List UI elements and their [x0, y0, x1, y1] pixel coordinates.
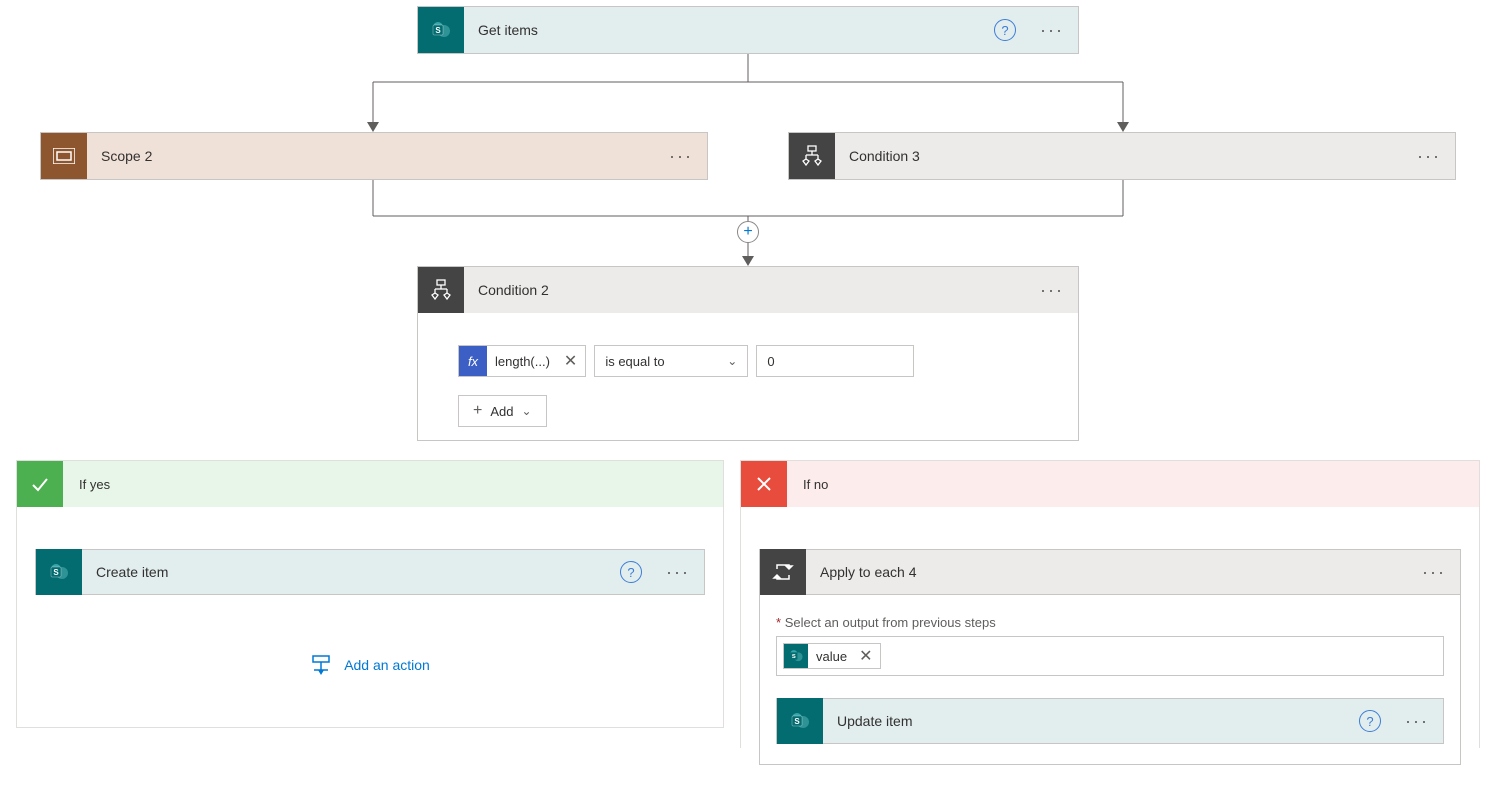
token-text: value — [808, 649, 851, 664]
sharepoint-icon: S — [784, 644, 808, 668]
add-label: Add — [490, 404, 513, 419]
condition-value-input[interactable]: 0 — [756, 345, 914, 377]
help-icon[interactable]: ? — [620, 561, 642, 583]
svg-text:S: S — [435, 26, 441, 35]
add-action-label: Add an action — [344, 657, 430, 673]
add-step-button[interactable]: + — [737, 221, 759, 243]
chevron-down-icon: ⌄ — [521, 404, 531, 418]
update-item-card[interactable]: S Update item ? ··· — [776, 698, 1444, 744]
value-text: 0 — [767, 354, 774, 369]
scope-2-title: Scope 2 — [87, 133, 655, 179]
apply-to-each-body: * Select an output from previous steps S… — [759, 595, 1461, 765]
condition-3-card[interactable]: Condition 3 ··· — [788, 132, 1456, 180]
remove-token-icon[interactable]: ✕ — [851, 646, 880, 666]
svg-text:S: S — [792, 654, 796, 660]
condition-2-body: fx length(...) ✕ is equal to ⌄ 0 + Add ⌄ — [417, 313, 1079, 441]
condition-icon — [418, 267, 464, 313]
scope-icon — [41, 133, 87, 179]
loop-icon — [760, 549, 806, 595]
value-token[interactable]: S value ✕ — [783, 643, 881, 669]
get-items-title: Get items — [464, 7, 994, 53]
apply-to-each-card[interactable]: Apply to each 4 ··· — [759, 549, 1461, 595]
if-no-label: If no — [787, 461, 1479, 507]
add-action-button[interactable]: Add an action — [35, 655, 705, 675]
card-menu-icon[interactable]: ··· — [1408, 562, 1460, 583]
if-yes-branch: If yes S Create item ? ··· Add an action — [16, 460, 724, 728]
if-yes-header: If yes — [17, 461, 723, 507]
required-star: * — [776, 615, 781, 630]
select-output-label: Select an output from previous steps — [785, 615, 996, 630]
remove-token-icon[interactable]: ✕ — [556, 351, 585, 371]
scope-2-card[interactable]: Scope 2 ··· — [40, 132, 708, 180]
condition-2-card[interactable]: Condition 2 ··· — [417, 266, 1079, 314]
get-items-card[interactable]: S Get items ? ··· — [417, 6, 1079, 54]
operator-text: is equal to — [605, 354, 664, 369]
sharepoint-icon: S — [36, 549, 82, 595]
if-yes-label: If yes — [63, 461, 723, 507]
chevron-down-icon: ⌄ — [727, 354, 737, 368]
condition-operator-select[interactable]: is equal to ⌄ — [594, 345, 748, 377]
add-condition-button[interactable]: + Add ⌄ — [458, 395, 547, 427]
if-no-branch: If no Apply to each 4 ··· * Select an ou… — [740, 460, 1480, 748]
card-menu-icon[interactable]: ··· — [655, 146, 707, 167]
sharepoint-icon: S — [418, 7, 464, 53]
card-menu-icon[interactable]: ··· — [1391, 711, 1443, 732]
create-item-card[interactable]: S Create item ? ··· — [35, 549, 705, 595]
card-menu-icon[interactable]: ··· — [1026, 280, 1078, 301]
apply-to-each-title: Apply to each 4 — [806, 550, 1408, 594]
expression-text: length(...) — [487, 354, 556, 369]
if-no-header: If no — [741, 461, 1479, 507]
add-action-icon — [310, 655, 332, 675]
create-item-title: Create item — [82, 550, 620, 594]
condition-3-title: Condition 3 — [835, 133, 1403, 179]
help-icon[interactable]: ? — [1359, 710, 1381, 732]
svg-text:S: S — [794, 717, 800, 726]
help-icon[interactable]: ? — [994, 19, 1016, 41]
update-item-title: Update item — [823, 699, 1359, 743]
check-icon — [17, 461, 63, 507]
card-menu-icon[interactable]: ··· — [1026, 20, 1078, 41]
condition-2-title: Condition 2 — [464, 267, 1026, 313]
plus-icon: + — [473, 402, 482, 420]
condition-icon — [789, 133, 835, 179]
card-menu-icon[interactable]: ··· — [1403, 146, 1455, 167]
fx-icon: fx — [459, 346, 487, 376]
output-select-input[interactable]: S value ✕ — [776, 636, 1444, 676]
condition-left-operand[interactable]: fx length(...) ✕ — [458, 345, 586, 377]
card-menu-icon[interactable]: ··· — [652, 562, 704, 583]
close-icon — [741, 461, 787, 507]
svg-text:S: S — [53, 568, 59, 577]
sharepoint-icon: S — [777, 698, 823, 744]
